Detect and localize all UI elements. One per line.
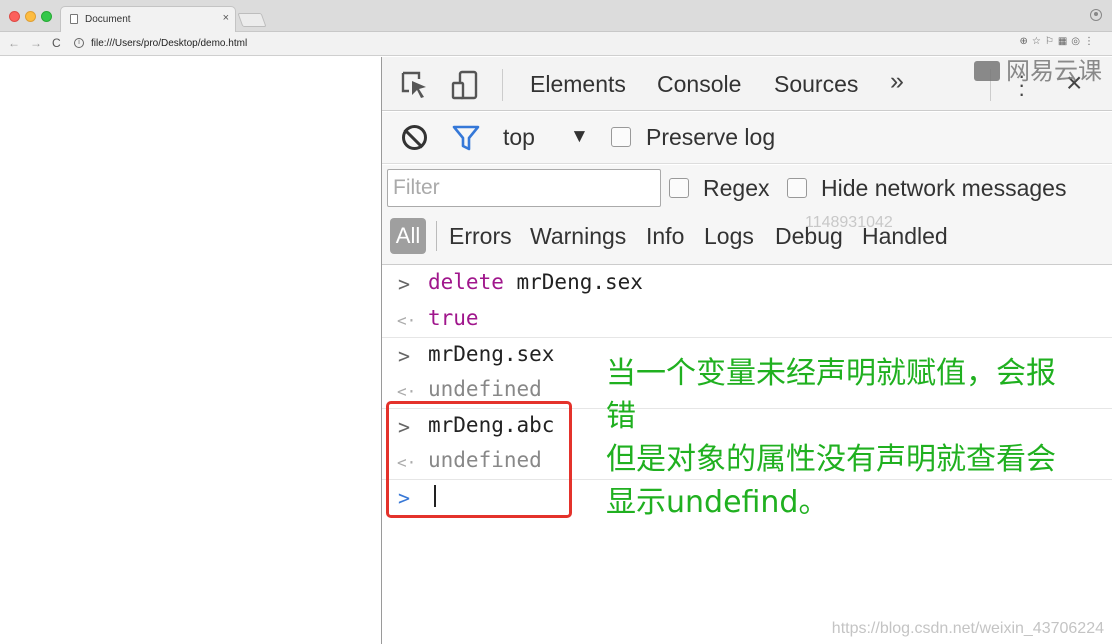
level-info-button[interactable]: Info [646,223,684,250]
info-icon[interactable]: i [74,38,84,48]
regex-checkbox[interactable] [669,178,689,198]
result-arrow-icon: <· [397,382,417,401]
regex-label: Regex [703,175,770,201]
level-errors-button[interactable]: Errors [449,223,512,250]
inspect-element-icon[interactable] [400,70,430,100]
console-output-line: <· true [382,302,1112,337]
devtools-tab-bar: Elements Console Sources » · · · × 网易云课 [382,57,1112,111]
console-toolbar: top ▼ Preserve log [382,112,1112,164]
dropdown-arrow-icon[interactable]: ▼ [570,126,589,148]
extension-icons[interactable]: ⊕☆⚐▦◎⋮ [1020,36,1098,47]
forward-arrow-icon[interactable]: → [30,36,42,50]
annotation-line: 当一个变量未经声明就赋值，会报 [606,356,1056,391]
minimize-window-button[interactable] [25,11,36,22]
tab-elements[interactable]: Elements [530,71,626,98]
context-selector[interactable]: top [503,124,535,151]
console-input-line: > delete mrDeng.sex [382,266,1112,301]
console-filter-bar: Regex Hide network messages All Errors W… [382,165,1112,265]
netease-logo-icon [974,61,1000,81]
browser-tab[interactable]: Document × [60,6,236,32]
hide-network-label: Hide network messages [821,175,1067,201]
annotation-text: 当一个变量未经声明就赋值，会报 错 但是对象的属性没有声明就查看会 显示unde… [606,352,1106,524]
new-tab-button[interactable] [237,13,267,27]
browser-toolbar: ← → C i file:///Users/pro/Desktop/demo.h… [0,32,1112,56]
preserve-log-checkbox[interactable] [611,127,631,147]
csdn-watermark: https://blog.csdn.net/weixin_43706224 [831,620,1104,637]
clear-console-icon[interactable] [402,125,427,150]
console-result: true [428,306,479,330]
reload-icon[interactable]: C [52,36,61,50]
annotation-line: 错 [606,399,636,434]
back-arrow-icon[interactable]: ← [8,36,20,50]
faint-id-watermark: 1148931042 [805,214,893,231]
tab-console[interactable]: Console [657,71,741,98]
window-titlebar: Document × [0,0,1112,32]
hide-network-checkbox[interactable] [787,178,807,198]
level-warnings-button[interactable]: Warnings [530,223,626,250]
url-text: file:///Users/pro/Desktop/demo.html [91,38,248,49]
annotation-line: 但是对象的属性没有声明就查看会 [606,442,1056,477]
divider [436,221,437,251]
input-prompt-icon: > [398,344,411,368]
annotation-line: 显示undefind。 [606,485,829,520]
preserve-log-label: Preserve log [646,124,776,150]
netease-watermark: 网易云课 [974,51,1102,86]
devtools-panel: Elements Console Sources » · · · × 网易云课 to… [381,57,1112,644]
tab-title: Document [85,14,131,25]
input-prompt-icon: > [398,272,411,296]
level-logs-button[interactable]: Logs [704,223,754,250]
result-arrow-icon: <· [397,311,417,330]
device-toolbar-icon[interactable] [450,70,482,102]
divider [502,69,503,101]
level-all-button[interactable]: All [390,218,426,254]
tab-close-icon[interactable]: × [223,12,229,24]
more-tabs-icon[interactable]: » [890,67,904,96]
filter-input[interactable] [387,169,661,207]
tab-sources[interactable]: Sources [774,71,858,98]
console-code: delete mrDeng.sex [428,270,643,294]
close-window-button[interactable] [9,11,20,22]
filter-funnel-icon[interactable] [452,124,480,152]
document-icon [70,14,78,24]
address-bar[interactable]: i file:///Users/pro/Desktop/demo.html [72,35,972,53]
console-code: mrDeng.sex [428,342,555,366]
highlight-box [386,401,572,518]
console-result: undefined [428,377,542,401]
maximize-window-button[interactable] [41,11,52,22]
profile-icon[interactable] [1090,9,1102,21]
